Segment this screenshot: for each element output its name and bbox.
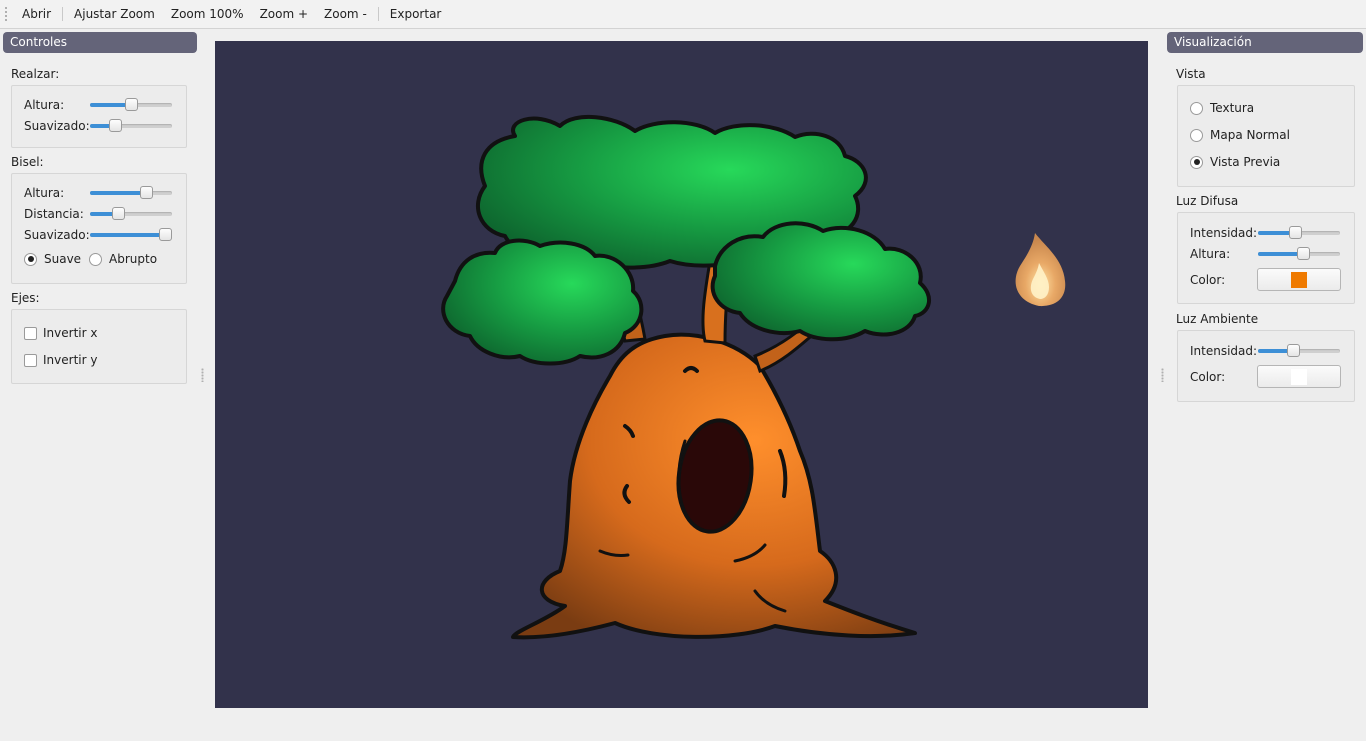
luz-ambiente-label: Luz Ambiente — [1176, 312, 1259, 326]
toolbar-grip[interactable] — [4, 6, 8, 22]
main-toolbar: Abrir Ajustar Zoom Zoom 100% Zoom + Zoom… — [0, 0, 1366, 29]
zoom-in-button[interactable]: Zoom + — [252, 2, 316, 26]
difusa-altura-label: Altura: — [1190, 247, 1231, 261]
tree-sprite — [441, 114, 931, 640]
suave-radio-indicator[interactable] — [24, 252, 37, 266]
suave-radio[interactable]: Suave — [24, 250, 81, 268]
abrupto-radio[interactable]: Abrupto — [89, 250, 157, 268]
vista-label: Vista — [1176, 67, 1206, 81]
slider-handle[interactable] — [112, 207, 125, 220]
bisel-group: Altura: Distancia: Suavizado: Suave Abru… — [11, 173, 187, 284]
toolbar-separator — [62, 7, 64, 21]
abrupto-radio-indicator[interactable] — [89, 252, 102, 266]
realzar-label: Realzar: — [11, 67, 60, 81]
ambiente-color-button[interactable] — [1257, 365, 1341, 388]
visualization-dock: Visualización — [1167, 32, 1363, 53]
slider-handle[interactable] — [125, 98, 138, 111]
mapa-normal-radio-label: Mapa Normal — [1210, 128, 1290, 142]
difusa-altura-slider[interactable] — [1258, 247, 1340, 260]
bisel-altura-label: Altura: — [24, 186, 65, 200]
invertir-y-check-indicator[interactable] — [24, 353, 37, 367]
realzar-suavizado-slider[interactable] — [90, 119, 172, 132]
bisel-label: Bisel: — [11, 155, 44, 169]
ambiente-color-swatch — [1291, 368, 1307, 385]
bisel-distancia-label: Distancia: — [24, 207, 84, 221]
slider-handle[interactable] — [159, 228, 172, 241]
fit-zoom-button[interactable]: Ajustar Zoom — [66, 2, 163, 26]
invertir-y-label: Invertir y — [43, 353, 98, 367]
export-button[interactable]: Exportar — [382, 2, 450, 26]
slider-handle[interactable] — [1287, 344, 1300, 357]
luz-ambiente-group: Intensidad: Color: — [1177, 330, 1355, 402]
visualization-dock-title[interactable]: Visualización — [1167, 32, 1363, 53]
difusa-color-label: Color: — [1190, 273, 1226, 287]
invertir-x-check-indicator[interactable] — [24, 326, 37, 340]
luz-difusa-label: Luz Difusa — [1176, 194, 1239, 208]
mapa-normal-radio-indicator[interactable] — [1190, 128, 1203, 142]
canvas-svg — [441, 114, 1066, 640]
vista-group: Textura Mapa Normal Vista Previa — [1177, 85, 1355, 187]
textura-radio-label: Textura — [1210, 101, 1255, 115]
slider-handle[interactable] — [1297, 247, 1310, 260]
ambiente-color-label: Color: — [1190, 370, 1226, 384]
vista-previa-radio[interactable]: Vista Previa — [1190, 153, 1280, 171]
controls-dock-title[interactable]: Controles — [3, 32, 197, 53]
controls-dock: Controles — [3, 32, 197, 53]
ejes-label: Ejes: — [11, 291, 40, 305]
vista-previa-radio-indicator[interactable] — [1190, 155, 1203, 169]
slider-handle[interactable] — [109, 119, 122, 132]
realzar-altura-label: Altura: — [24, 98, 65, 112]
bisel-suavizado-slider[interactable] — [90, 228, 172, 241]
realzar-suavizado-label: Suavizado: — [24, 119, 90, 133]
difusa-color-swatch — [1291, 271, 1307, 288]
invertir-x-checkbox[interactable]: Invertir x — [24, 324, 97, 342]
difusa-color-button[interactable] — [1257, 268, 1341, 291]
bisel-distancia-slider[interactable] — [90, 207, 172, 220]
toolbar-separator — [377, 7, 379, 21]
left-splitter-handle[interactable] — [201, 368, 204, 382]
bisel-altura-slider[interactable] — [90, 186, 172, 199]
slider-handle[interactable] — [1289, 226, 1302, 239]
right-splitter-handle[interactable] — [1161, 368, 1164, 382]
image-viewport[interactable] — [215, 41, 1148, 708]
bisel-suavizado-label: Suavizado: — [24, 228, 90, 242]
difusa-intensidad-slider[interactable] — [1258, 226, 1340, 239]
ambiente-intensidad-label: Intensidad: — [1190, 344, 1258, 358]
luz-difusa-group: Intensidad: Altura: Color: — [1177, 212, 1355, 304]
textura-radio[interactable]: Textura — [1190, 99, 1254, 117]
difusa-intensidad-label: Intensidad: — [1190, 226, 1258, 240]
vista-previa-radio-label: Vista Previa — [1210, 155, 1281, 169]
mapa-normal-radio[interactable]: Mapa Normal — [1190, 126, 1290, 144]
suave-radio-label: Suave — [44, 252, 82, 266]
textura-radio-indicator[interactable] — [1190, 101, 1203, 115]
invertir-y-checkbox[interactable]: Invertir y — [24, 351, 97, 369]
open-button[interactable]: Abrir — [14, 2, 59, 26]
realzar-altura-slider[interactable] — [90, 98, 172, 111]
abrupto-radio-label: Abrupto — [109, 252, 158, 266]
flame-icon[interactable] — [1015, 233, 1066, 307]
ejes-group: Invertir x Invertir y — [11, 309, 187, 384]
slider-handle[interactable] — [140, 186, 153, 199]
invertir-x-label: Invertir x — [43, 326, 98, 340]
realzar-group: Altura: Suavizado: — [11, 85, 187, 148]
zoom-out-button[interactable]: Zoom - — [316, 2, 375, 26]
zoom-100-button[interactable]: Zoom 100% — [163, 2, 252, 26]
ambiente-intensidad-slider[interactable] — [1258, 344, 1340, 357]
